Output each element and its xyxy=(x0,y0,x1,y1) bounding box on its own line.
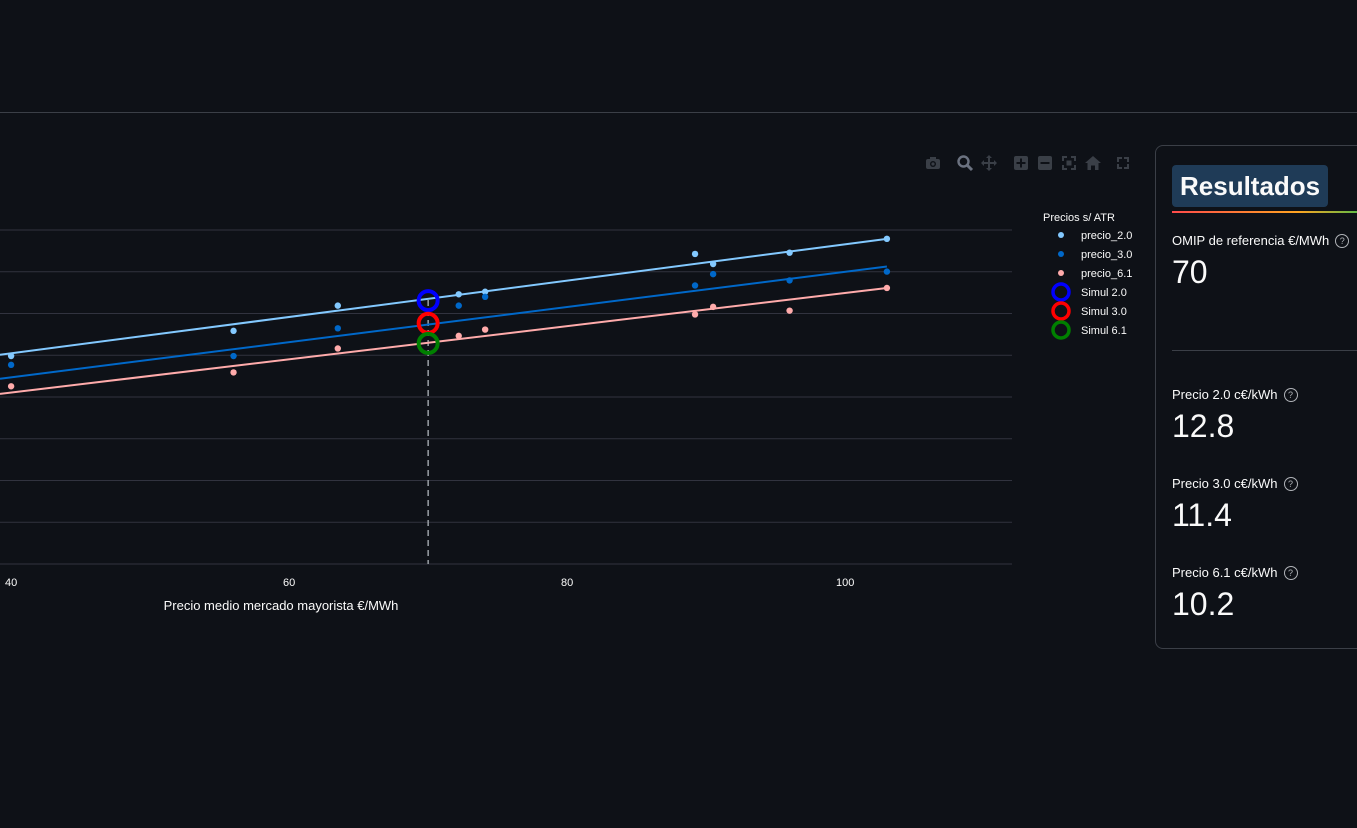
metric-precio-2-0-label: Precio 2.0 c€/kWh xyxy=(1172,387,1278,402)
metric-omip: OMIP de referencia €/MWh ? 70 xyxy=(1172,233,1350,291)
metric-precio-3-0: Precio 3.0 c€/kWh ? 11.4 xyxy=(1172,476,1298,534)
metric-omip-label: OMIP de referencia €/MWh xyxy=(1172,233,1330,248)
data-point-precio_2.0 xyxy=(334,302,341,309)
data-point-precio_2.0 xyxy=(709,260,717,268)
data-point-precio_3.0 xyxy=(7,361,15,369)
data-point-precio_6.1 xyxy=(786,307,793,314)
data-point-precio_2.0 xyxy=(230,327,237,335)
metric-precio-2-0: Precio 2.0 c€/kWh ? 12.8 xyxy=(1172,387,1298,445)
zoom-in-icon[interactable] xyxy=(1012,154,1030,172)
metric-label: OMIP de referencia €/MWh ? xyxy=(1172,233,1350,248)
legend-label: precio_2.0 xyxy=(1081,230,1132,242)
data-point-precio_6.1 xyxy=(691,311,699,318)
metric-precio-6-1-value: 10.2 xyxy=(1172,586,1235,622)
data-point-precio_3.0 xyxy=(455,302,462,309)
metric-precio-2-0-value: 12.8 xyxy=(1172,408,1235,444)
legend-swatch xyxy=(1058,251,1064,257)
home-icon[interactable] xyxy=(1084,154,1102,172)
price-scatter-chart[interactable]: 40 60 80 100 Precio medio mercado mayorista… xyxy=(0,140,1150,630)
help-icon[interactable]: ? xyxy=(1335,233,1350,248)
autoscale-icon[interactable] xyxy=(1060,154,1078,172)
x-tick-label: 80 xyxy=(561,577,573,589)
top-divider xyxy=(0,112,1357,113)
pan-icon[interactable] xyxy=(980,154,998,172)
data-point-precio_6.1 xyxy=(334,345,341,352)
camera-icon[interactable] xyxy=(924,154,942,172)
data-points-group xyxy=(7,235,891,390)
x-axis-title: Precio medio mercado mayorista €/MWh xyxy=(164,598,399,613)
legend-swatch xyxy=(1058,270,1064,276)
metric-precio-3-0-value: 11.4 xyxy=(1172,497,1232,533)
data-point-precio_6.1 xyxy=(455,332,462,340)
title-underline xyxy=(1172,211,1357,213)
legend-swatch xyxy=(1058,232,1064,238)
zoom-icon[interactable] xyxy=(956,154,974,172)
metric-precio-6-1-label: Precio 6.1 c€/kWh xyxy=(1172,565,1278,580)
data-point-precio_3.0 xyxy=(691,282,699,289)
x-tick-label: 100 xyxy=(836,577,854,589)
data-point-precio_3.0 xyxy=(334,325,341,332)
results-panel: Resultados OMIP de referencia €/MWh ? 70… xyxy=(1155,145,1357,649)
data-point-precio_2.0 xyxy=(786,249,793,256)
metric-omip-value: 70 xyxy=(1172,254,1208,290)
zoom-out-icon[interactable] xyxy=(1036,154,1054,172)
data-point-precio_3.0 xyxy=(230,352,237,360)
data-point-precio_2.0 xyxy=(455,291,462,298)
legend-label: precio_3.0 xyxy=(1081,249,1132,261)
chart-gridlines xyxy=(0,229,1012,565)
legend-label: precio_6.1 xyxy=(1081,268,1132,280)
fit-line-4 xyxy=(0,265,888,380)
metric-label: Precio 6.1 c€/kWh ? xyxy=(1172,565,1298,580)
fit-line-3 xyxy=(0,237,888,356)
data-point-precio_3.0 xyxy=(709,270,717,278)
fullscreen-icon[interactable] xyxy=(1114,154,1132,172)
fit-lines-group xyxy=(0,237,888,395)
chart-legend: Precios s/ ATR precio_2.0 precio_3.0preci… xyxy=(1043,212,1132,340)
data-point-precio_6.1 xyxy=(481,326,489,333)
data-point-precio_3.0 xyxy=(786,277,793,284)
x-tick-label: 40 xyxy=(5,577,17,589)
legend-title: Precios s/ ATR xyxy=(1043,212,1115,224)
data-point-precio_3.0 xyxy=(481,293,489,300)
metric-label: Precio 3.0 c€/kWh ? xyxy=(1172,476,1298,491)
panel-divider xyxy=(1172,350,1357,351)
data-point-precio_2.0 xyxy=(7,352,15,360)
help-icon[interactable]: ? xyxy=(1283,565,1298,580)
fit-line-5 xyxy=(0,286,888,395)
legend-swatch xyxy=(1051,282,1071,302)
metric-precio-6-1: Precio 6.1 c€/kWh ? 10.2 xyxy=(1172,565,1298,623)
data-point-precio_2.0 xyxy=(883,235,891,243)
legend-swatch xyxy=(1051,301,1071,321)
metric-precio-3-0-label: Precio 3.0 c€/kWh xyxy=(1172,476,1278,491)
legend-label: Simul 6.1 xyxy=(1081,325,1127,337)
data-point-precio_6.1 xyxy=(709,303,717,311)
data-point-precio_6.1 xyxy=(7,383,15,390)
data-point-precio_6.1 xyxy=(230,369,237,376)
legend-label: Simul 3.0 xyxy=(1081,306,1127,318)
help-icon[interactable]: ? xyxy=(1283,387,1298,402)
x-tick-label: 60 xyxy=(283,577,295,589)
metric-label: Precio 2.0 c€/kWh ? xyxy=(1172,387,1298,402)
data-point-precio_3.0 xyxy=(883,268,891,275)
legend-label: Simul 2.0 xyxy=(1081,287,1127,299)
results-title: Resultados xyxy=(1172,165,1329,207)
x-axis-ticks: 40 60 80 100 xyxy=(5,577,854,589)
help-icon[interactable]: ? xyxy=(1283,476,1298,491)
legend-swatch xyxy=(1051,320,1071,340)
data-point-precio_6.1 xyxy=(883,284,891,292)
data-point-precio_2.0 xyxy=(691,250,699,258)
